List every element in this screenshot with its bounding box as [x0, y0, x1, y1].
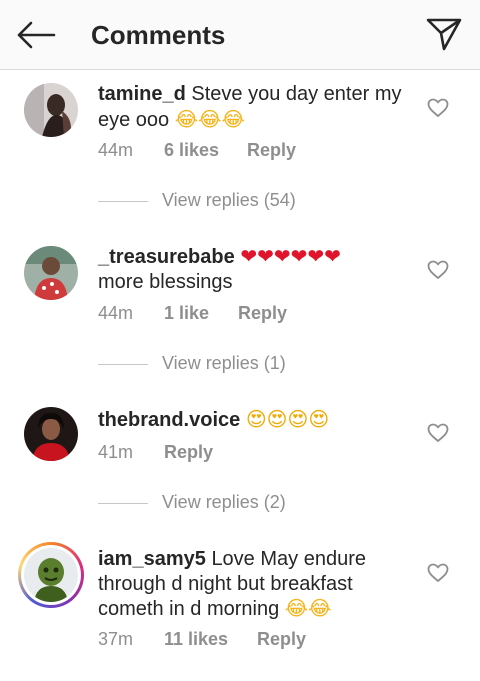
heart-eyes-emoji: 😍😍😍😍 — [245, 407, 330, 431]
profile-photo-icon — [24, 246, 78, 300]
page-title: Comments — [91, 20, 226, 50]
like-button[interactable] — [427, 98, 449, 118]
avatar[interactable] — [24, 83, 78, 137]
comments-header: Comments — [0, 0, 480, 70]
comment-time: 37m — [98, 629, 134, 649]
reply-button[interactable]: Reply — [164, 442, 213, 463]
profile-photo-icon — [24, 548, 78, 602]
comment-time: 44m — [98, 303, 134, 323]
comment-text: iam_samy5 Love May endure through d nigh… — [98, 547, 408, 622]
likes-count[interactable]: 1 like — [164, 303, 209, 324]
reply-button[interactable]: Reply — [247, 140, 296, 161]
laughing-emoji: 😂😂😂 — [174, 106, 245, 131]
profile-photo-icon — [24, 83, 78, 137]
comment-username[interactable]: tamine_d — [98, 83, 186, 105]
reply-button[interactable]: Reply — [238, 303, 287, 324]
divider — [98, 503, 148, 504]
view-replies-button[interactable]: View replies (1) — [162, 353, 286, 374]
heart-outline-icon — [427, 260, 449, 279]
comment-time: 44m — [98, 140, 134, 160]
likes-count[interactable]: 6 likes — [164, 140, 219, 161]
comment-body: more blessings — [98, 270, 233, 293]
view-replies-button[interactable]: View replies (54) — [162, 190, 296, 211]
view-replies-button[interactable]: View replies (2) — [162, 492, 286, 513]
back-button[interactable] — [14, 18, 58, 52]
profile-photo-icon — [24, 407, 78, 461]
avatar[interactable] — [24, 246, 78, 300]
comment-time: 41m — [98, 442, 134, 462]
laughing-emoji: 😂😂 — [284, 596, 332, 620]
send-button[interactable] — [424, 14, 464, 54]
send-icon — [426, 18, 462, 51]
comment-username[interactable]: thebrand.voice — [98, 409, 240, 431]
comment-text: thebrand.voice 😍😍😍😍 — [98, 407, 408, 433]
heart-outline-icon — [427, 98, 449, 117]
avatar[interactable] — [24, 407, 78, 461]
comment-text: _treasurebabe ❤❤❤❤❤❤ more blessings — [98, 244, 408, 294]
like-button[interactable] — [427, 260, 449, 280]
likes-count[interactable]: 11 likes — [164, 629, 228, 650]
divider — [98, 201, 148, 202]
divider — [98, 364, 148, 365]
avatar — [24, 548, 78, 602]
story-ring[interactable] — [18, 542, 84, 608]
comment-username[interactable]: _treasurebabe — [98, 246, 235, 268]
heart-outline-icon — [427, 563, 449, 582]
back-arrow-icon — [17, 21, 56, 49]
comment-username[interactable]: iam_samy5 — [98, 548, 206, 570]
like-button[interactable] — [427, 423, 449, 443]
like-button[interactable] — [427, 563, 449, 583]
heart-emoji: ❤❤❤❤❤❤ — [240, 244, 341, 268]
heart-outline-icon — [427, 423, 449, 442]
reply-button[interactable]: Reply — [257, 629, 306, 650]
comment-text: tamine_d Steve you day enter my eye ooo … — [98, 82, 408, 132]
